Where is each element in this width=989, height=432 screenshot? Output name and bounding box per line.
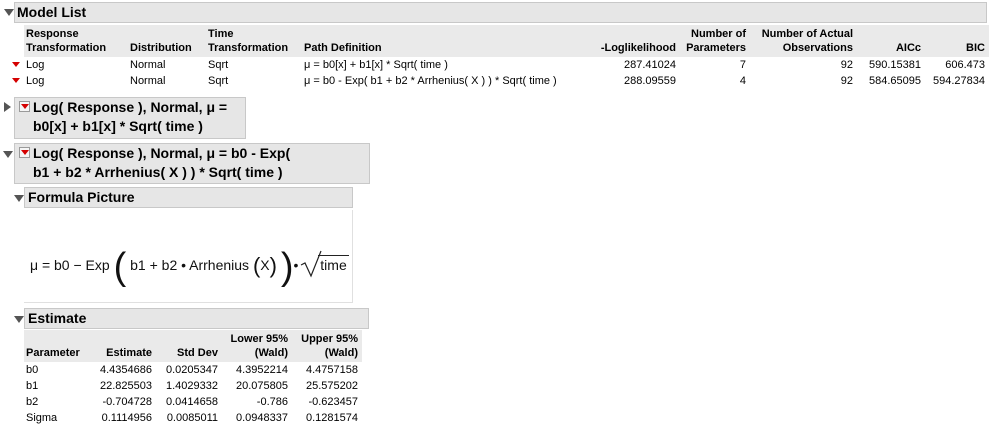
report2-title: Log( Response ), Normal, μ = b0 - Exp( b… <box>33 144 290 182</box>
cell: -0.623457 <box>308 396 358 408</box>
row-menu-icon[interactable] <box>12 62 20 67</box>
col-header-actual-observations[interactable]: Number of Actual Observations <box>750 25 857 57</box>
formula-sqrt-arg: time <box>320 257 347 273</box>
formula-expression: μ = b0 − Exp ( b1 + b2 • Arrhenius (X) )… <box>30 246 349 289</box>
report1-title: Log( Response ), Normal, μ = b0[x] + b1[… <box>33 98 227 136</box>
cell: Log <box>26 75 45 87</box>
cell: 0.0205347 <box>166 364 218 376</box>
cell: 287.41024 <box>624 59 676 71</box>
report2-disclosure-icon[interactable] <box>3 149 13 161</box>
cell: 92 <box>840 59 853 71</box>
col-header-time-transformation[interactable]: Time Transformation <box>206 25 302 57</box>
cell: μ = b0[x] + b1[x] * Sqrt( time ) <box>304 59 448 71</box>
open-paren-large: ( <box>113 246 127 288</box>
cell: 590.15381 <box>869 59 921 71</box>
col-header-bic[interactable]: BIC <box>925 25 989 57</box>
formula-dot: • <box>293 257 299 273</box>
report1-disclosure-icon[interactable] <box>4 102 11 115</box>
report2-title-line2: b1 + b2 * Arrhenius( X ) ) * Sqrt( time … <box>33 164 283 180</box>
cell: 594.27834 <box>933 75 985 87</box>
report1-menu-icon[interactable] <box>19 101 30 112</box>
cell: 4 <box>739 75 746 87</box>
cell: Sqrt <box>208 75 229 87</box>
estimate-disclosure-icon[interactable] <box>14 314 24 326</box>
col-header-number-of-parameters[interactable]: Number of Parameters <box>680 25 750 57</box>
formula-arg: X <box>260 257 270 273</box>
report2-title-line1: Log( Response ), Normal, μ = b0 - Exp( <box>33 145 291 161</box>
cell: Sigma <box>26 412 58 424</box>
cell: Normal <box>130 59 166 71</box>
table-row[interactable]: b2 -0.704728 0.0414658 -0.786 -0.623457 <box>24 394 362 410</box>
cell: 4.3952214 <box>236 364 288 376</box>
cell: -0.786 <box>256 396 288 408</box>
col-header-estimate[interactable]: Estimate <box>92 330 156 362</box>
cell: 4.4757158 <box>306 364 358 376</box>
cell: 92 <box>840 75 853 87</box>
table-row[interactable]: Log Normal Sqrt μ = b0 - Exp( b1 + b2 * … <box>12 73 989 89</box>
formula-picture-disclosure-icon[interactable] <box>14 193 24 205</box>
report1-title-line1: Log( Response ), Normal, μ = <box>33 99 228 115</box>
cell: 0.0085011 <box>166 412 218 424</box>
col-header-response-transformation[interactable]: Response Transformation <box>24 25 128 57</box>
col-header-parameter[interactable]: Parameter <box>24 330 92 362</box>
model-list-header-row: Response Transformation Distribution Time… <box>24 25 989 57</box>
formula-lhs: μ = b0 − Exp <box>30 257 110 273</box>
formula-inner: b1 + b2 • Arrhenius <box>130 257 250 273</box>
model-list-title: Model List <box>17 4 87 20</box>
estimate-table: Parameter Estimate Std Dev Lower 95% (Wal… <box>24 330 362 426</box>
estimate-header-row: Parameter Estimate Std Dev Lower 95% (Wal… <box>24 330 362 362</box>
close-paren: ) <box>269 253 277 278</box>
model-list-header[interactable] <box>14 2 987 23</box>
estimate-title: Estimate <box>28 310 87 326</box>
table-row[interactable]: Log Normal Sqrt μ = b0[x] + b1[x] * Sqrt… <box>12 57 989 73</box>
cell: 0.0948337 <box>236 412 288 424</box>
cell: Sqrt <box>208 59 229 71</box>
table-row[interactable]: b0 4.4354686 0.0205347 4.3952214 4.47571… <box>24 362 362 378</box>
table-row[interactable]: Sigma 0.1114956 0.0085011 0.0948337 0.12… <box>24 410 362 426</box>
cell: b0 <box>26 364 39 376</box>
col-header-path-definition[interactable]: Path Definition <box>302 25 588 57</box>
formula-picture-title: Formula Picture <box>28 189 135 205</box>
col-header-lower-95[interactable]: Lower 95% (Wald) <box>222 330 292 362</box>
col-header-std-dev[interactable]: Std Dev <box>156 330 222 362</box>
cell: 0.1114956 <box>101 412 152 424</box>
cell: -0.704728 <box>102 396 152 408</box>
cell: μ = b0 - Exp( b1 + b2 * Arrhenius( X ) )… <box>304 75 557 87</box>
row-menu-icon[interactable] <box>12 78 20 83</box>
cell: 7 <box>739 59 746 71</box>
col-header-aicc[interactable]: AICc <box>857 25 925 57</box>
cell: Normal <box>130 75 166 87</box>
cell: 22.825503 <box>100 380 152 392</box>
cell: 25.575202 <box>306 380 358 392</box>
cell: Log <box>26 59 45 71</box>
cell: b2 <box>26 396 39 408</box>
cell: 0.0414658 <box>166 396 218 408</box>
col-header-upper-95[interactable]: Upper 95% (Wald) <box>292 330 362 362</box>
report1-title-line2: b0[x] + b1[x] * Sqrt( time ) <box>33 118 203 134</box>
close-paren-large: ) <box>280 246 294 288</box>
report2-menu-icon[interactable] <box>19 147 30 158</box>
formula-picture: μ = b0 − Exp ( b1 + b2 • Arrhenius (X) )… <box>24 210 353 303</box>
col-header-distribution[interactable]: Distribution <box>128 25 206 57</box>
table-row[interactable]: b1 22.825503 1.4029332 20.075805 25.5752… <box>24 378 362 394</box>
cell: 0.1281574 <box>306 412 358 424</box>
cell: 20.075805 <box>236 380 288 392</box>
cell: 4.4354686 <box>100 364 152 376</box>
cell: 606.473 <box>945 59 985 71</box>
model-list-disclosure-icon[interactable] <box>4 7 14 19</box>
sqrt-overline: time <box>318 255 349 273</box>
col-header-loglikelihood[interactable]: -Loglikelihood <box>588 25 680 57</box>
model-list-table: Response Transformation Distribution Time… <box>12 25 989 89</box>
cell: 584.65095 <box>869 75 921 87</box>
cell: 288.09559 <box>624 75 676 87</box>
cell: b1 <box>26 380 39 392</box>
cell: 1.4029332 <box>166 380 218 392</box>
